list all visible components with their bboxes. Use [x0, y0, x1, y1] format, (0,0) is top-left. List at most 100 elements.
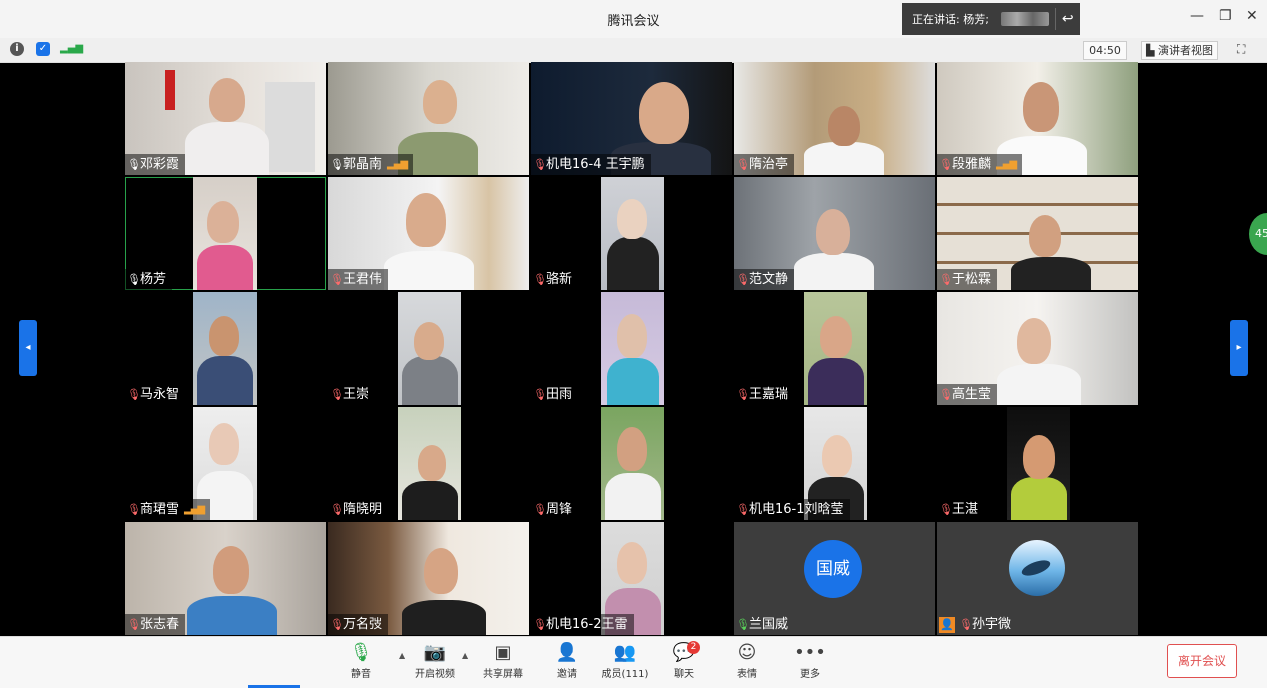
participant-tile[interactable]: 国威 🎙 兰国威 [734, 522, 935, 635]
mic-muted-icon: 🎙 [330, 503, 344, 516]
participant-name: 🎙 段雅麟 ▂▄▆ [937, 154, 1023, 175]
mute-options-caret[interactable]: ▲ [399, 651, 405, 660]
floating-bubble[interactable]: 45 [1249, 213, 1267, 255]
mic-active-icon: 🎙 [736, 618, 750, 631]
prev-page-button[interactable]: ◂ [19, 320, 37, 376]
avatar: 国威 [804, 540, 862, 598]
network-signal-icon[interactable]: ▂▄▆ [60, 42, 83, 56]
participant-name: 🎙 高生莹 [937, 384, 998, 405]
participant-tile[interactable]: 🎙 邓彩霞 [125, 62, 326, 175]
participant-name: 🎙 机电16-4 王宇鹏 [531, 154, 651, 175]
mic-muted-icon: 🎙 [736, 388, 750, 401]
participant-tile[interactable]: 🎙 张志春 [125, 522, 326, 635]
participant-name: 🎙 张志春 [125, 614, 186, 635]
mic-muted-icon: 🎙 [330, 388, 344, 401]
participant-tile[interactable]: 🎙 王嘉瑞 [734, 292, 935, 405]
mic-muted-icon: 🎙 [533, 503, 547, 516]
participant-tile[interactable]: 🎙 万名弢 [328, 522, 529, 635]
collapse-icon[interactable]: ↩ [1062, 11, 1074, 27]
emoji-label: 表情 [737, 669, 757, 680]
presenter-view-label: 演讲者视图 [1157, 44, 1213, 57]
invite-button[interactable]: 👤 邀请 [539, 641, 595, 680]
participant-tile[interactable]: 👤 🎙 孙宇微 [937, 522, 1138, 635]
participant-name: 🎙 万名弢 [328, 614, 389, 635]
close-icon[interactable]: ✕ [1246, 8, 1258, 24]
participant-tile[interactable]: 🎙 机电16-1刘晗莹 [734, 407, 935, 520]
participant-name: 🎙 骆新 [531, 269, 579, 290]
minimize-icon[interactable]: — [1190, 8, 1204, 24]
participant-name: 🎙 王湛 [937, 499, 985, 520]
shield-icon[interactable]: ✓ [36, 42, 50, 56]
fullscreen-icon[interactable]: ⛶ [1237, 42, 1245, 57]
participant-tile[interactable]: 🎙 王君伟 [328, 177, 529, 290]
signal-icon: ▂▄▆ [184, 504, 205, 515]
participant-tile[interactable]: 🎙 马永智 [125, 292, 326, 405]
video-off-icon: 📷 [423, 642, 447, 663]
chat-button[interactable]: 💬 2 聊天 [656, 641, 712, 680]
mic-muted-icon: 🎙 [736, 503, 750, 516]
participant-tile[interactable]: 🎙 范文静 [734, 177, 935, 290]
participant-tile[interactable]: 🎙 商珺雪 ▂▄▆ [125, 407, 326, 520]
start-video-button[interactable]: 📷 开启视频 [407, 641, 463, 680]
participant-name: 🎙 王君伟 [328, 269, 389, 290]
participant-name: 🎙 邓彩霞 [125, 154, 186, 175]
mic-muted-icon: 🎙 [127, 388, 141, 401]
participant-tile-active-speaker[interactable]: 🎙 杨芳 [125, 177, 326, 290]
participant-tile[interactable]: 🎙 王湛 [937, 407, 1138, 520]
chat-label: 聊天 [674, 669, 694, 680]
participant-name: 🎙 杨芳 [125, 269, 173, 290]
participant-tile[interactable]: 🎙 高生莹 [937, 292, 1138, 405]
participant-tile[interactable]: 🎙 隋治亭 [734, 62, 935, 175]
participant-name: 🎙 郭晶南 ▂▄▆ [328, 154, 414, 175]
speaking-label: 正在讲话: 杨芳; [912, 13, 989, 26]
video-grid: 🎙 邓彩霞 🎙 郭晶南 ▂▄▆ 🎙 机电16-4 王宇鹏 🎙 隋治亭 🎙 段雅麟 ▂▄▆ [125, 62, 1140, 636]
participant-name: 🎙 周锋 [531, 499, 579, 520]
participant-tile[interactable]: 🎙 机电16-4 王宇鹏 [531, 62, 732, 175]
participant-tile[interactable]: 🎙 隋晓明 [328, 407, 529, 520]
participant-tile[interactable]: 🎙 机电16-2王雷 [531, 522, 732, 635]
signal-icon: ▂▄▆ [387, 159, 408, 170]
participant-tile[interactable]: 🎙 王崇 [328, 292, 529, 405]
more-icon: ••• [794, 642, 826, 663]
participant-tile[interactable]: 🎙 周锋 [531, 407, 732, 520]
mic-muted-icon: 🎙 [736, 273, 750, 286]
meeting-timer: 04:50 [1083, 41, 1127, 60]
participant-tile[interactable]: 🎙 骆新 [531, 177, 732, 290]
more-button[interactable]: ••• 更多 [782, 641, 838, 680]
mic-muted-icon: 🎙 [330, 273, 344, 286]
share-screen-icon: ▣ [494, 642, 512, 663]
participant-name: 👤 🎙 孙宇微 [937, 614, 1017, 635]
avatar [1009, 540, 1065, 596]
members-icon: 👥 [613, 642, 637, 663]
mute-button[interactable]: 🎙 静音 [333, 641, 389, 680]
restore-icon[interactable]: ❐ [1219, 8, 1232, 24]
info-icon[interactable]: i [10, 42, 24, 56]
mic-muted-icon: 🎙 [127, 618, 141, 631]
leave-meeting-button[interactable]: 离开会议 [1167, 644, 1237, 678]
title-bar: 腾讯会议 正在讲话: 杨芳; ↩ — ❐ ✕ [0, 0, 1267, 38]
members-label: 成员(111) [601, 669, 649, 680]
add-user-icon: 👤 [555, 642, 579, 663]
mic-muted-icon: 🎙 [939, 158, 953, 171]
emoji-button[interactable]: ☺ 表情 [719, 641, 775, 680]
emoji-icon: ☺ [737, 642, 757, 663]
share-screen-button[interactable]: ▣ 共享屏幕 [475, 641, 531, 680]
participant-name: 🎙 马永智 [125, 384, 186, 405]
participant-tile[interactable]: 🎙 于松霖 [937, 177, 1138, 290]
next-page-button[interactable]: ▸ [1230, 320, 1248, 376]
members-button[interactable]: 👥 成员(111) [597, 641, 653, 680]
participant-tile[interactable]: 🎙 郭晶南 ▂▄▆ [328, 62, 529, 175]
participant-name: 🎙 范文静 [734, 269, 795, 290]
video-label: 开启视频 [415, 669, 455, 680]
mic-icon: 🎙 [127, 158, 141, 171]
participant-name: 🎙 隋晓明 [328, 499, 389, 520]
host-icon: 👤 [939, 616, 955, 633]
invite-label: 邀请 [557, 669, 577, 680]
video-options-caret[interactable]: ▲ [462, 651, 468, 660]
presenter-view-button[interactable]: ▙ 演讲者视图 [1141, 41, 1218, 60]
participant-name: 🎙 机电16-2王雷 [531, 614, 634, 635]
participant-tile[interactable]: 🎙 段雅麟 ▂▄▆ [937, 62, 1138, 175]
participant-tile[interactable]: 🎙 田雨 [531, 292, 732, 405]
participant-name: 🎙 兰国威 [734, 614, 794, 635]
mic-muted-icon: 🎙 [939, 388, 953, 401]
